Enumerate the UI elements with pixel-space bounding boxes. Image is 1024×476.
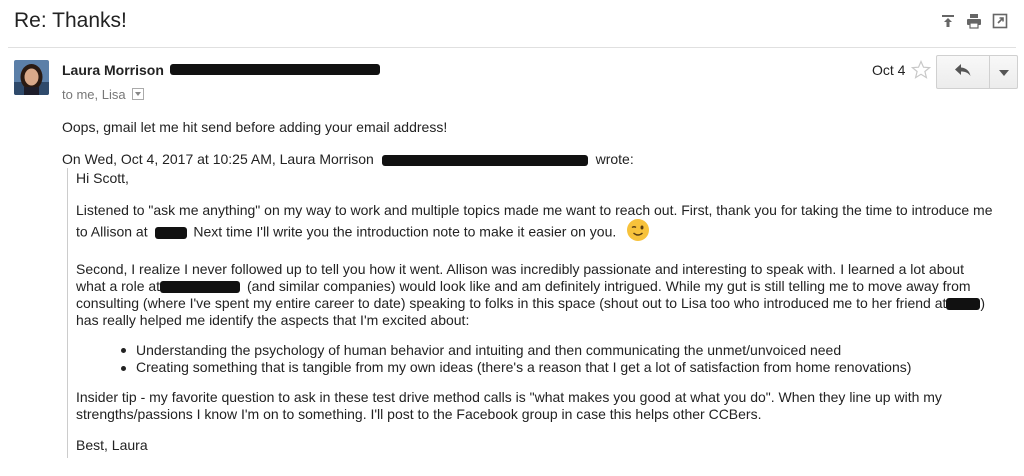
quoted-p2-line3-post: ) (980, 295, 986, 311)
more-options-button[interactable] (990, 56, 1017, 88)
email-subject: Re: Thanks! (14, 9, 127, 32)
quote-header-pre: On Wed, Oct 4, 2017 at 10:25 AM, Laura M… (62, 151, 374, 167)
redacted-company (154, 227, 187, 239)
quoted-p3-line1: Insider tip - my favorite question to as… (76, 389, 942, 405)
more-dropdown-icon (998, 63, 1009, 81)
quote-header: On Wed, Oct 4, 2017 at 10:25 AM, Laura M… (62, 151, 634, 167)
sender-line: Laura Morrison (62, 62, 380, 78)
reply-button-group (936, 55, 1018, 89)
quoted-p2-line2: what a role at (and similar companies) w… (76, 277, 971, 295)
redacted-sender-email (169, 64, 380, 76)
header-divider (8, 47, 1016, 48)
show-details-icon[interactable] (131, 87, 144, 100)
star-icon[interactable] (910, 60, 932, 80)
subject-bar: Re: Thanks! (0, 0, 1024, 44)
recipients-line: to me, Lisa (62, 87, 144, 102)
winking-emoji (626, 218, 650, 246)
thread-actions (940, 13, 1008, 29)
redacted-company-3 (946, 298, 981, 311)
reply-icon (954, 63, 972, 82)
print-icon[interactable] (966, 13, 982, 29)
quoted-p1-line2-pre: to Allison at (76, 223, 148, 240)
quoted-p1-line2: to Allison at Next time I'll write you t… (76, 219, 650, 247)
list-item: Understanding the psychology of human be… (136, 342, 842, 358)
quote-bar (67, 168, 68, 458)
quoted-signoff: Best, Laura (76, 437, 148, 453)
new-window-icon[interactable] (992, 13, 1008, 29)
message-date: Oct 4 (872, 62, 906, 78)
recipients: to me, Lisa (62, 87, 126, 102)
quoted-p2-line1: Second, I realize I never followed up to… (76, 261, 964, 277)
quoted-p2-line3: consulting (where I've spent my entire c… (76, 294, 985, 312)
quoted-p3-line2: strengths/passions I know I'm on to some… (76, 406, 762, 422)
avatar[interactable] (14, 60, 49, 95)
redacted-quoted-email (381, 154, 588, 166)
quoted-greeting: Hi Scott, (76, 170, 129, 186)
intro-text: Oops, gmail let me hit send before addin… (62, 119, 448, 135)
list-item: Creating something that is tangible from… (136, 359, 912, 375)
redacted-company-2 (160, 281, 241, 294)
quoted-p1-line2-post: Next time I'll write you the introductio… (193, 223, 617, 240)
reply-button[interactable] (937, 56, 990, 88)
quoted-p1-line1: Listened to "ask me anything" on my way … (76, 202, 993, 218)
bullet-dot (121, 366, 126, 371)
quoted-p2-line3-pre: consulting (where I've spent my entire c… (76, 295, 947, 311)
bullet-dot (121, 348, 126, 353)
print-all-icon[interactable] (940, 13, 956, 29)
quoted-p2-line2-post: (and similar companies) would look like … (246, 278, 971, 294)
quote-header-post: wrote: (595, 151, 634, 167)
quoted-p2-line4: has really helped me identify the aspect… (76, 312, 470, 328)
sender-name[interactable]: Laura Morrison (62, 62, 164, 78)
quoted-p2-line2-pre: what a role at (76, 278, 161, 294)
